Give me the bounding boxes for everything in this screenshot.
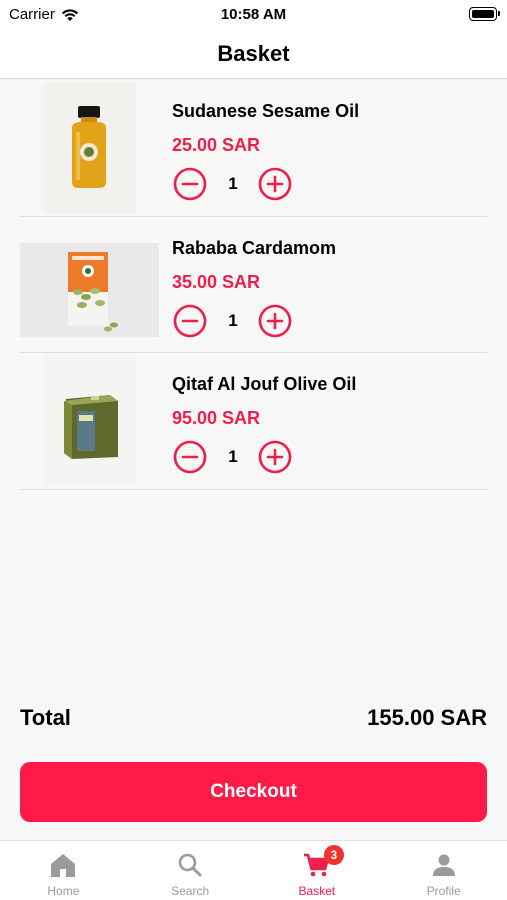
- basket-item: Qitaf Al Jouf Olive Oil 95.00 SAR 1: [20, 353, 487, 490]
- cardamom-package-image: [20, 242, 159, 337]
- tab-search[interactable]: Search: [127, 841, 254, 900]
- basket-item: Sudanese Sesame Oil 25.00 SAR 1: [20, 80, 487, 217]
- product-price: 95.00 SAR: [172, 408, 261, 428]
- navigation-bar: Basket: [0, 30, 507, 79]
- product-image-cardamom: [20, 219, 159, 351]
- search-icon: [178, 853, 202, 877]
- quantity-value: 1: [228, 174, 238, 193]
- increase-quantity-button[interactable]: [258, 440, 292, 474]
- tab-basket-label: Basket: [298, 884, 336, 898]
- person-icon: [432, 854, 455, 876]
- decrease-quantity-button[interactable]: [173, 304, 207, 338]
- product-name: Qitaf Al Jouf Olive Oil: [172, 374, 357, 394]
- battery-icon: [469, 7, 500, 21]
- total-value: 155.00 SAR: [367, 705, 487, 730]
- checkout-button[interactable]: Checkout: [20, 762, 487, 822]
- quantity-stepper: 1: [172, 440, 296, 474]
- status-bar: Carrier 10:58 AM: [0, 0, 507, 30]
- tab-bar: Home Search 3 Basket Profile: [0, 840, 507, 900]
- quantity-stepper: 1: [172, 167, 296, 201]
- page-title: Basket: [217, 41, 290, 66]
- product-price: 35.00 SAR: [172, 271, 261, 292]
- product-image-sesame-oil: [20, 82, 159, 214]
- product-name: Rababa Cardamom: [172, 237, 337, 258]
- increase-quantity-button[interactable]: [258, 167, 292, 201]
- tab-profile[interactable]: Profile: [380, 841, 507, 900]
- quantity-stepper: 1: [172, 304, 296, 338]
- status-time: 10:58 AM: [220, 6, 287, 23]
- quantity-value: 1: [228, 310, 238, 330]
- tab-profile-label: Profile: [426, 884, 461, 898]
- increase-quantity-button[interactable]: [258, 304, 292, 338]
- tab-basket[interactable]: 3 Basket: [254, 841, 381, 900]
- basket-item: Rababa Cardamom 35.00 SAR 1: [20, 217, 487, 353]
- cart-count-badge: 3: [323, 845, 344, 865]
- quantity-value: 1: [228, 447, 238, 466]
- decrease-quantity-button[interactable]: [173, 440, 207, 474]
- olive-oil-tin-image: [44, 355, 136, 487]
- tab-home[interactable]: Home: [0, 841, 127, 900]
- product-name: Sudanese Sesame Oil: [172, 101, 360, 121]
- product-image-olive-oil: [20, 355, 159, 487]
- decrease-quantity-button[interactable]: [173, 167, 207, 201]
- basket-item-list: Sudanese Sesame Oil 25.00 SAR 1 Rababa C…: [20, 80, 487, 490]
- total-label: Total: [20, 705, 71, 730]
- total-row: Total 155.00 SAR: [20, 705, 487, 735]
- tab-home-label: Home: [47, 884, 80, 898]
- tab-search-label: Search: [171, 884, 210, 898]
- home-icon: [51, 854, 76, 877]
- product-price: 25.00 SAR: [172, 135, 261, 155]
- sesame-oil-bottle-image: [44, 82, 136, 214]
